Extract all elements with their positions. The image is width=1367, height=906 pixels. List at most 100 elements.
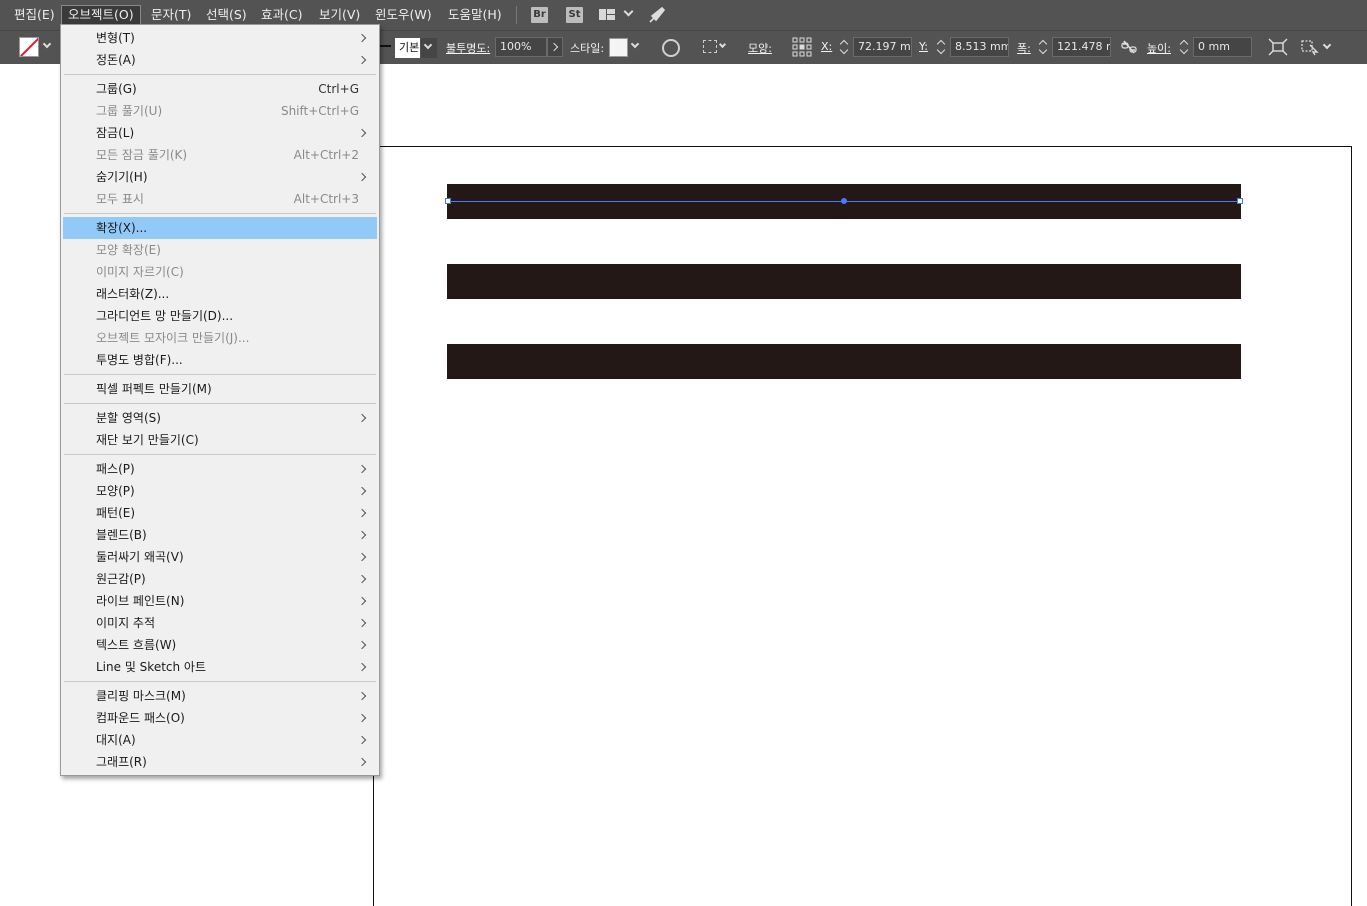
opacity-expand-button[interactable] (547, 37, 563, 57)
x-field[interactable]: 72.197 mm (853, 37, 912, 57)
chevron-down-icon[interactable] (623, 6, 634, 17)
menu-item[interactable]: 변형(T) (63, 27, 377, 49)
width-field[interactable]: 121.478 m (1052, 37, 1111, 57)
submenu-arrow-icon (357, 464, 367, 474)
menu-item-shortcut: Ctrl+G (318, 82, 359, 96)
opacity-label[interactable]: 불투명도: (446, 40, 490, 56)
menu-item[interactable]: 잠금(L) (63, 122, 377, 144)
x-label: X: (821, 40, 833, 53)
chevron-down-icon[interactable] (1322, 40, 1332, 50)
menu-effect[interactable]: 효과(C) (255, 5, 308, 25)
menu-window[interactable]: 윈도우(W) (369, 5, 438, 25)
submenu-arrow-icon (357, 486, 367, 496)
menu-item[interactable]: 이미지 추적 (63, 612, 377, 634)
menu-item-label: 분할 영역(S) (96, 411, 161, 425)
menu-item[interactable]: 라이브 페인트(N) (63, 590, 377, 612)
menu-item[interactable]: 픽셀 퍼펙트 만들기(M) (63, 378, 377, 400)
menu-edit[interactable]: 편집(E) (8, 5, 61, 25)
stroke-profile[interactable]: 기본 (395, 38, 420, 58)
menu-item[interactable]: 패스(P) (63, 458, 377, 480)
menu-item[interactable]: Line 및 Sketch 아트 (63, 656, 377, 678)
y-stepper[interactable] (936, 38, 948, 56)
menu-item[interactable]: 모양(P) (63, 480, 377, 502)
submenu-arrow-icon (357, 413, 367, 423)
menu-item[interactable]: 대지(A) (63, 729, 377, 751)
rectangle-shape-3[interactable] (447, 344, 1241, 379)
submenu-arrow-icon (357, 662, 367, 672)
menu-item[interactable]: 분할 영역(S) (63, 407, 377, 429)
height-field[interactable]: 0 mm (1193, 37, 1252, 57)
object-menu-dropdown: 변형(T) 정돈(A) 그룹(G) Ctrl+G 그룹 풀기(U) Shift+Ctrl+… (60, 24, 380, 776)
menu-item-label: 라이브 페인트(N) (96, 594, 185, 608)
style-swatch[interactable] (609, 38, 628, 57)
isolate-object-icon[interactable] (1300, 38, 1320, 56)
width-label: 폭: (1017, 42, 1031, 55)
menu-item-label: 이미지 자르기(C) (96, 265, 184, 279)
menu-view[interactable]: 보기(V) (313, 5, 366, 25)
stock-button[interactable]: St (566, 7, 583, 23)
menu-item-label: 대지(A) (96, 733, 136, 747)
menu-item[interactable]: 둘러싸기 왜곡(V) (63, 546, 377, 568)
menu-item[interactable]: 정돈(A) (63, 49, 377, 71)
height-stepper[interactable] (1179, 38, 1191, 56)
bridge-button[interactable]: Br (531, 7, 548, 23)
menu-item[interactable]: 원근감(P) (63, 568, 377, 590)
menu-item-label: 텍스트 흐름(W) (96, 638, 177, 652)
selection-handle-left[interactable] (445, 198, 451, 204)
selection-handle-right[interactable] (1237, 198, 1243, 204)
link-proportions-icon[interactable] (1121, 40, 1137, 54)
menu-item[interactable]: 패턴(E) (63, 502, 377, 524)
recolor-artwork-icon[interactable] (662, 39, 680, 57)
reference-point-icon[interactable] (792, 37, 812, 57)
menu-item[interactable]: 블렌드(B) (63, 524, 377, 546)
menu-item-label: 그룹(G) (96, 82, 137, 96)
menu-item[interactable]: 투명도 병합(F)... (63, 349, 377, 371)
stroke-profile-dropdown[interactable] (421, 38, 437, 58)
menu-item[interactable]: 그래프(R) (63, 751, 377, 773)
transform-icon[interactable] (1268, 38, 1288, 56)
menu-item-label: 오브젝트 모자이크 만들기(J)... (96, 331, 250, 345)
menu-item[interactable]: 클리핑 마스크(M) (63, 685, 377, 707)
rectangle-shape-2[interactable] (447, 264, 1241, 299)
width-stepper[interactable] (1038, 38, 1050, 56)
menubar-divider (516, 6, 517, 24)
selection-center-point[interactable] (841, 198, 847, 204)
menu-item[interactable]: 텍스트 흐름(W) (63, 634, 377, 656)
menu-item[interactable]: 확장(X)... (63, 217, 377, 239)
y-label: Y: (919, 40, 928, 53)
submenu-arrow-icon (357, 33, 367, 43)
menu-item[interactable]: 래스터화(Z)... (63, 283, 377, 305)
chevron-down-icon[interactable] (42, 39, 52, 49)
submenu-arrow-icon (357, 735, 367, 745)
menu-item[interactable]: 컴파운드 패스(O) (63, 707, 377, 729)
fill-swatch[interactable] (19, 37, 39, 57)
shape-label[interactable]: 모양: (748, 40, 772, 56)
workspace-layout-icon[interactable] (599, 9, 615, 20)
menu-item-label: 래스터화(Z)... (96, 287, 170, 301)
chevron-down-icon[interactable] (718, 40, 727, 49)
menu-item: 모양 확장(E) (63, 239, 377, 261)
artboard[interactable] (373, 146, 1352, 906)
menu-item[interactable]: 숨기기(H) (63, 166, 377, 188)
rocket-icon[interactable] (648, 6, 666, 24)
menu-item-label: 숨기기(H) (96, 170, 148, 184)
menu-item-label: 클리핑 마스크(M) (96, 689, 186, 703)
menu-item-label: 모든 잠금 풀기(K) (96, 148, 188, 162)
y-field[interactable]: 8.513 mm (950, 37, 1009, 57)
opacity-field[interactable]: 100% (495, 37, 547, 57)
menu-item[interactable]: 그룹(G) Ctrl+G (63, 78, 377, 100)
chevron-down-icon[interactable] (630, 39, 640, 49)
menu-select[interactable]: 선택(S) (200, 5, 253, 25)
menu-item-label: 블렌드(B) (96, 528, 147, 542)
align-selection-icon[interactable] (703, 40, 717, 53)
menu-item: 오브젝트 모자이크 만들기(J)... (63, 327, 377, 349)
menu-item[interactable]: 그라디언트 망 만들기(D)... (63, 305, 377, 327)
height-label: 높이: (1147, 42, 1171, 55)
menu-item: 그룹 풀기(U) Shift+Ctrl+G (63, 100, 377, 122)
menu-item[interactable]: 재단 보기 만들기(C) (63, 429, 377, 451)
x-stepper[interactable] (839, 38, 851, 56)
menu-help[interactable]: 도움말(H) (442, 5, 508, 25)
menu-type[interactable]: 문자(T) (145, 5, 197, 25)
submenu-arrow-icon (357, 618, 367, 628)
menu-object[interactable]: 오브젝트(O) (61, 5, 141, 25)
